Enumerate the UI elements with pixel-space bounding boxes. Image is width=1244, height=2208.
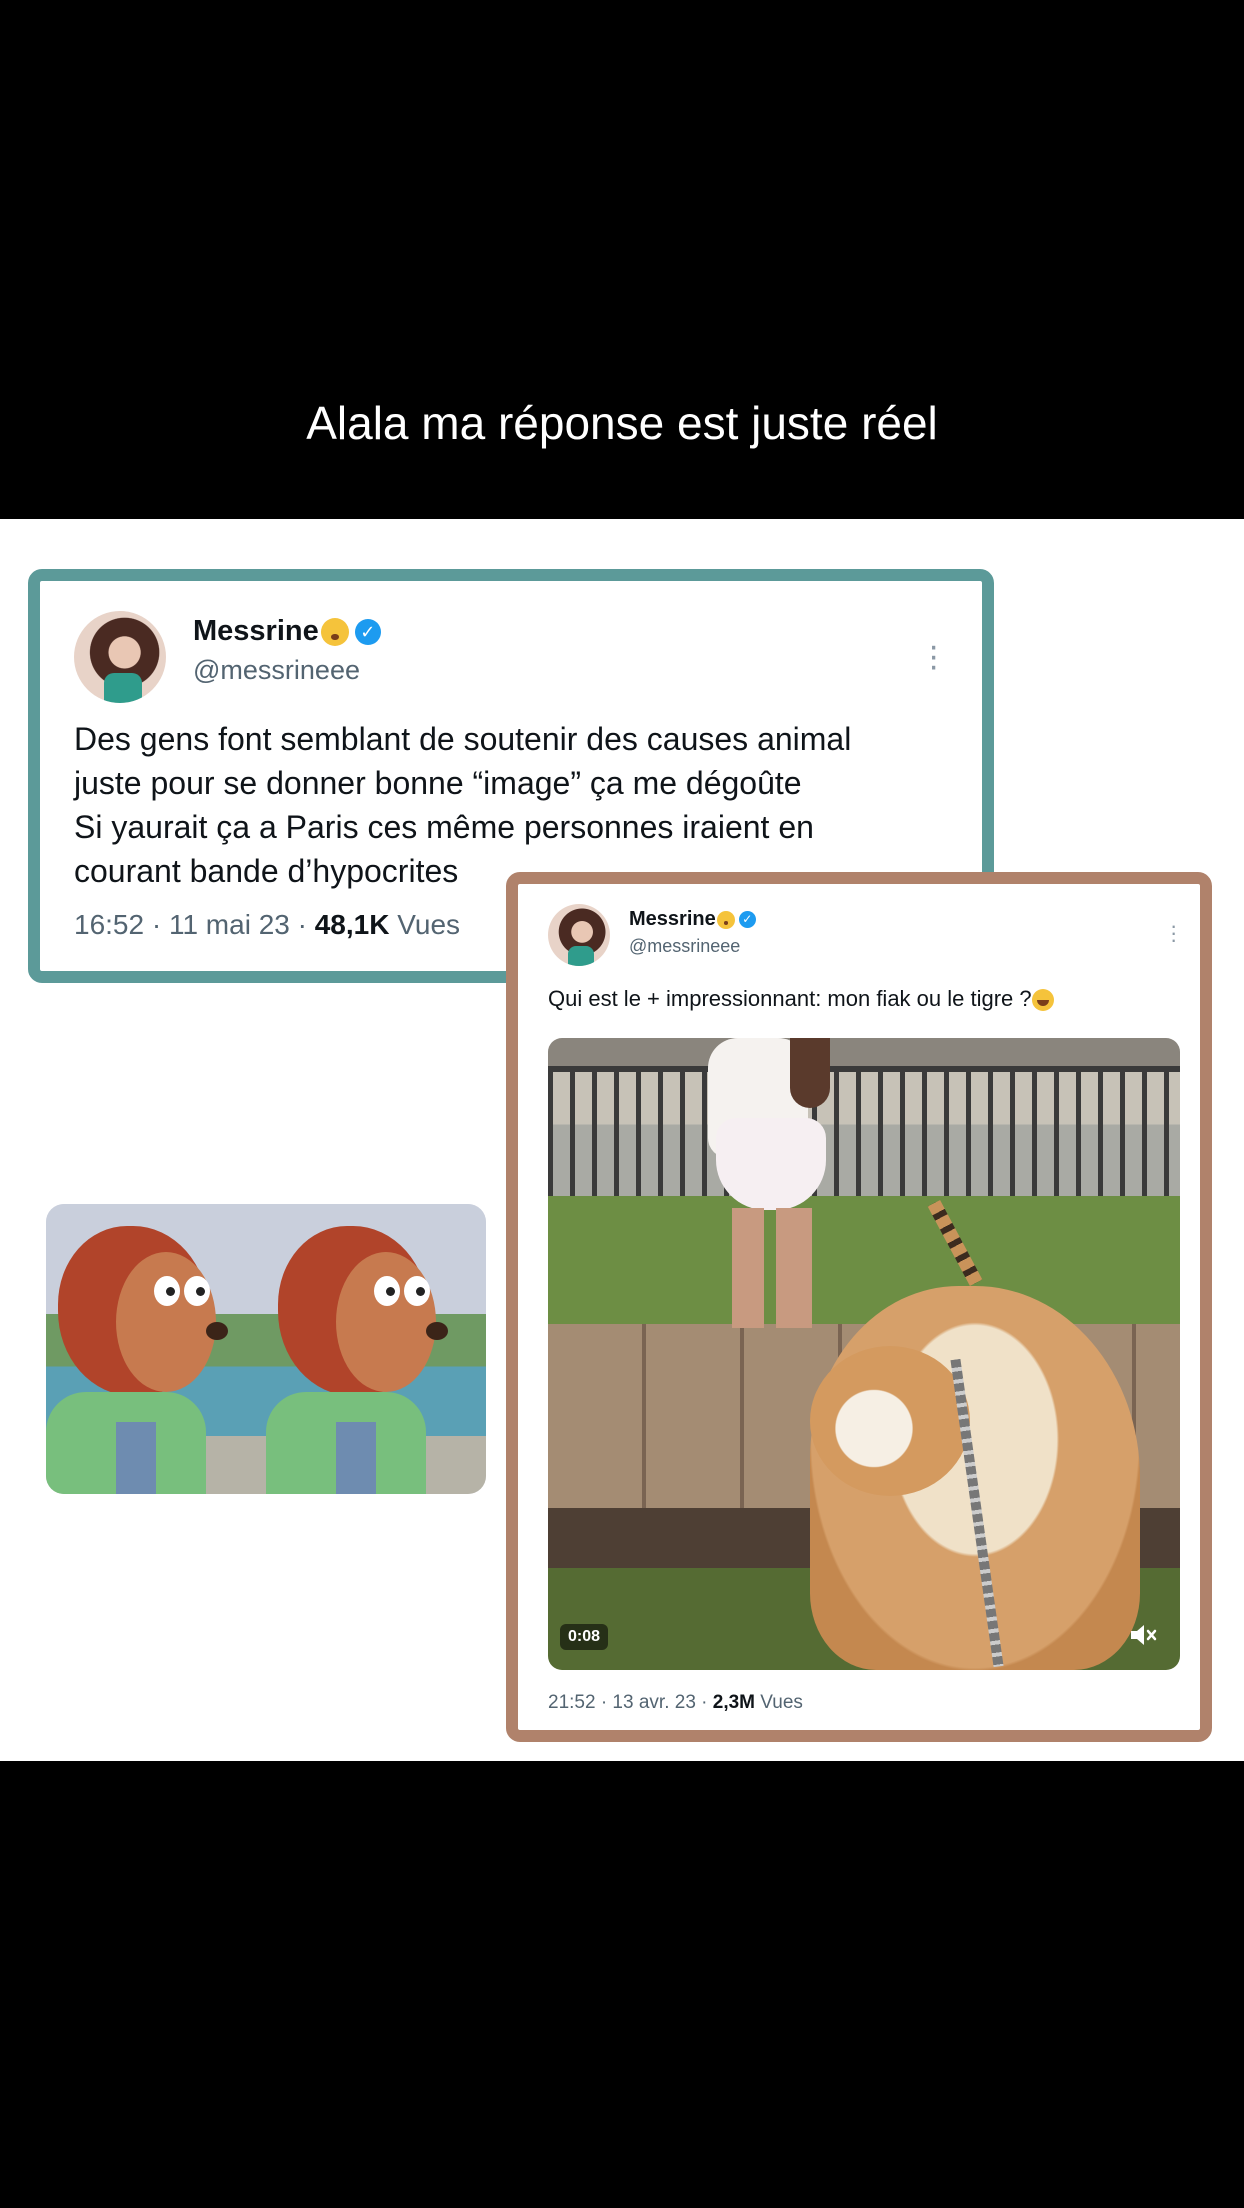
user-handle[interactable]: @messrineee (193, 655, 360, 686)
video-timecode: 0:08 (560, 1624, 609, 1650)
tweet-text-line: juste pour se donner bonne “image” ça me… (74, 765, 802, 801)
tweet-timestamp[interactable]: 16:52 · 11 mai 23 · (74, 909, 315, 940)
views-label: Vues (389, 909, 461, 940)
meme-canvas: Messrine ✓ @messrineee · · · Des gens font … (0, 519, 1244, 1761)
more-options-icon[interactable]: · · · (1170, 915, 1177, 951)
avatar[interactable] (74, 611, 166, 703)
tweet-text-line: Si yaurait ça a Paris ces même personnes… (74, 809, 814, 845)
verified-badge-icon: ✓ (354, 619, 381, 646)
video-player[interactable]: 0:08 (548, 1038, 1180, 1670)
display-name[interactable]: Messrine ✓ (629, 908, 756, 931)
user-handle[interactable]: @messrineee (629, 936, 740, 957)
display-name-text: Messrine (629, 908, 716, 930)
meme-panel-right (266, 1204, 486, 1494)
tweet-meta: 21:52 · 13 avr. 23 · 2,3M Vues (548, 1692, 803, 1714)
display-name-text: Messrine (193, 615, 319, 647)
tweet-text: Qui est le + impressionnant: mon fiak ou… (548, 984, 1198, 1014)
shushing-face-emoji-icon (320, 618, 349, 647)
tweet-text: Des gens font semblant de soutenir des c… (74, 717, 974, 893)
meme-panel-left (46, 1204, 266, 1494)
tweet-meta: 16:52 · 11 mai 23 · 48,1K Vues (74, 909, 460, 941)
avatar[interactable] (548, 904, 610, 966)
mute-icon[interactable] (1128, 1622, 1158, 1648)
laughing-emoji-icon (1031, 989, 1054, 1012)
views-label: Vues (755, 1692, 803, 1713)
shushing-face-emoji-icon (716, 910, 735, 929)
awkward-puppet-meme-image (46, 1204, 486, 1494)
tweet-timestamp[interactable]: 21:52 · 13 avr. 23 · (548, 1692, 713, 1713)
display-name[interactable]: Messrine ✓ (193, 615, 381, 648)
views-count: 2,3M (712, 1692, 756, 1713)
verified-badge-icon: ✓ (738, 911, 756, 929)
tweet-card-video[interactable]: Messrine ✓ @messrineee · · · Qui est le + i… (506, 872, 1212, 1742)
meme-caption: Alala ma réponse est juste réel (306, 397, 938, 449)
tweet-text-content: Qui est le + impressionnant: mon fiak ou… (548, 986, 1032, 1011)
tweet-text-line: Des gens font semblant de soutenir des c… (74, 721, 852, 757)
views-count: 48,1K (314, 909, 390, 940)
more-options-icon[interactable]: · · · (928, 629, 939, 683)
